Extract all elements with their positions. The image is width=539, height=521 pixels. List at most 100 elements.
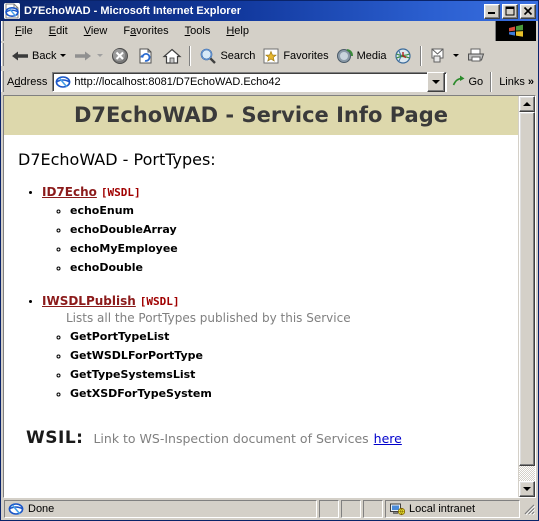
search-label: Search: [220, 49, 256, 62]
address-dropdown-button[interactable]: [426, 72, 445, 92]
resize-grip[interactable]: [522, 500, 536, 518]
address-label: Address: [7, 76, 48, 88]
back-button[interactable]: Back: [7, 45, 70, 67]
go-arrow-icon: [451, 74, 467, 90]
printer-icon: [466, 47, 486, 65]
window-title: D7EchoWAD - Microsoft Internet Explorer: [24, 5, 241, 17]
operation-item: echoMyEmployee: [70, 241, 504, 257]
ie-page-icon: [55, 74, 71, 90]
menu-item-edit[interactable]: Edit: [41, 23, 76, 39]
refresh-button[interactable]: [133, 45, 159, 67]
minimize-button[interactable]: [484, 3, 500, 19]
porttype-description: Lists all the PortTypes published by thi…: [66, 310, 351, 325]
wsil-section: WSIL: Link to WS-Inspection document of …: [26, 428, 504, 448]
print-button[interactable]: [463, 45, 489, 67]
scroll-up-button[interactable]: [519, 96, 535, 112]
history-button[interactable]: [390, 45, 416, 67]
history-icon: [393, 46, 413, 66]
refresh-icon: [136, 46, 156, 66]
porttype-list: ID7Echo [WSDL] echoEnum echoDoubleArray e…: [42, 185, 504, 402]
toolbar-separator-2: [419, 45, 422, 66]
wsil-label: WSIL:: [26, 427, 84, 448]
page-banner: D7EchoWAD - Service Info Page: [4, 96, 518, 135]
porttypes-heading: D7EchoWAD - PortTypes:: [18, 150, 216, 169]
windows-flag-icon: [495, 21, 536, 41]
home-button[interactable]: [159, 45, 185, 67]
forward-button[interactable]: [70, 45, 107, 67]
scrollbar-thumb[interactable]: [519, 112, 535, 467]
browser-window: D7EchoWAD - Microsoft Internet Explorer …: [0, 0, 539, 521]
mail-icon: [429, 47, 449, 65]
address-separator: [490, 72, 493, 92]
web-page-content: D7EchoWAD - Service Info Page D7EchoWAD …: [4, 96, 518, 497]
porttype-link-iwsdlpublish[interactable]: IWSDLPublish: [42, 294, 136, 308]
links-button[interactable]: Links »: [495, 71, 538, 93]
wsdl-link-id7echo[interactable]: [WSDL]: [101, 186, 141, 199]
mail-button[interactable]: [426, 45, 463, 67]
page-title: D7EchoWAD - Service Info Page: [74, 103, 448, 127]
security-zone-panel[interactable]: Local intranet: [385, 500, 520, 518]
operation-item: GetWSDLForPortType: [70, 348, 504, 364]
stop-icon: [110, 46, 130, 66]
operation-list: GetPortTypeList GetWSDLForPortType GetTy…: [70, 329, 504, 402]
menu-item-file[interactable]: File: [7, 23, 41, 39]
porttype-item: IWSDLPublish [WSDL] Lists all the PortTyp…: [42, 294, 504, 402]
operation-item: echoEnum: [70, 203, 504, 219]
triangle-up-icon: [523, 102, 531, 106]
wsil-here-link[interactable]: here: [374, 431, 402, 446]
operation-list: echoEnum echoDoubleArray echoMyEmployee …: [70, 203, 504, 276]
go-label: Go: [468, 76, 484, 88]
favorites-button[interactable]: Favorites: [258, 45, 331, 67]
status-bar: Done Local intranet: [1, 498, 538, 520]
document-viewport: D7EchoWAD - Service Info Page D7EchoWAD …: [3, 95, 536, 498]
ie-document-icon: [4, 3, 20, 19]
operation-item: echoDouble: [70, 260, 504, 276]
menu-item-tools[interactable]: Tools: [177, 23, 219, 39]
forward-arrow-icon: [73, 47, 93, 65]
title-bar: D7EchoWAD - Microsoft Internet Explorer: [1, 1, 538, 21]
chevron-double-right-icon[interactable]: »: [528, 76, 534, 88]
menu-bar: File Edit View Favorites Tools Help: [1, 21, 538, 42]
menu-items: File Edit View Favorites Tools Help: [7, 23, 257, 39]
close-button[interactable]: [520, 3, 536, 19]
go-button[interactable]: Go: [447, 71, 488, 93]
page-body: D7EchoWAD - PortTypes: ID7Echo [WSDL] ech…: [4, 135, 518, 448]
address-input[interactable]: [74, 76, 427, 88]
chevron-down-icon: [431, 80, 440, 84]
status-panel: Done: [4, 500, 317, 518]
operation-item: echoDoubleArray: [70, 222, 504, 238]
status-text: Done: [28, 503, 55, 515]
vertical-scrollbar[interactable]: [518, 96, 535, 497]
operation-item: GetXSDForTypeSystem: [70, 386, 504, 402]
porttype-item: ID7Echo [WSDL] echoEnum echoDoubleArray e…: [42, 185, 504, 276]
media-label: Media: [356, 49, 387, 62]
favorites-star-icon: [261, 47, 281, 65]
operation-item: GetTypeSystemsList: [70, 367, 504, 383]
address-field[interactable]: [52, 72, 447, 92]
scrollbar-track[interactable]: [519, 112, 535, 481]
menu-item-favorites[interactable]: Favorites: [115, 23, 176, 39]
porttype-link-id7echo[interactable]: ID7Echo: [42, 185, 97, 199]
security-zone-label: Local intranet: [409, 503, 476, 515]
favorites-label: Favorites: [283, 49, 329, 62]
forward-dropdown-icon[interactable]: [97, 54, 104, 57]
back-dropdown-icon[interactable]: [60, 54, 67, 57]
search-button[interactable]: Search: [195, 45, 258, 67]
mail-dropdown-icon[interactable]: [452, 54, 459, 57]
address-bar: Address Go: [1, 69, 538, 95]
search-icon: [198, 46, 218, 66]
navigation-toolbar: Back Search Favorites Media: [1, 42, 538, 69]
media-button[interactable]: Media: [332, 45, 390, 67]
stop-button[interactable]: [107, 45, 133, 67]
maximize-button[interactable]: [502, 3, 518, 19]
window-controls: [484, 3, 536, 19]
scroll-down-button[interactable]: [519, 481, 535, 497]
triangle-down-icon: [523, 487, 531, 491]
status-pane-2: [341, 500, 361, 518]
media-icon: [335, 46, 355, 66]
menu-item-help[interactable]: Help: [218, 23, 257, 39]
links-label: Links: [499, 76, 525, 88]
wsdl-link-iwsdlpublish[interactable]: [WSDL]: [140, 295, 180, 308]
menu-item-view[interactable]: View: [76, 23, 116, 39]
home-icon: [162, 46, 183, 66]
